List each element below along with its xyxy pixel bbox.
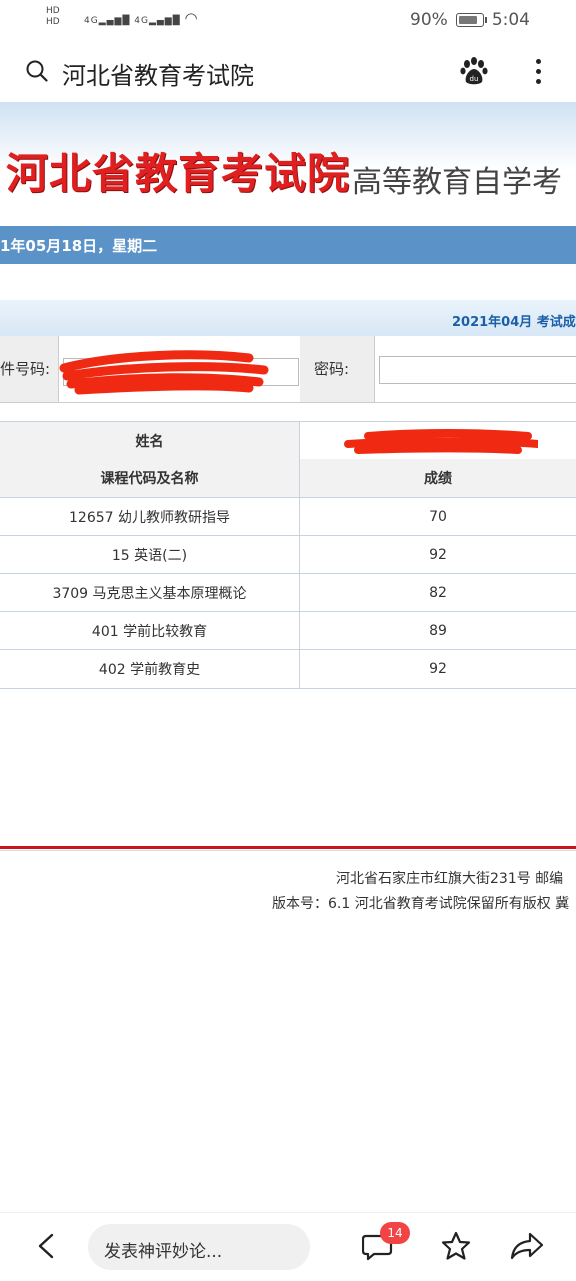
search-query[interactable]: 河北省教育考试院 <box>62 56 254 91</box>
score-column-header: 成绩 <box>300 459 576 497</box>
password-input[interactable] <box>379 356 576 384</box>
course-cell: 401 学前比较教育 <box>0 612 300 649</box>
status-right: 90% 5:04 <box>410 10 530 30</box>
id-field-cell <box>58 336 302 402</box>
more-menu-icon[interactable] <box>530 55 546 87</box>
comment-count-badge: 14 <box>380 1222 410 1244</box>
signal-label-1: 4G <box>84 16 99 26</box>
name-row: 姓名 <box>0 421 576 461</box>
course-cell: 12657 幼儿教师教研指导 <box>0 498 300 535</box>
search-icon[interactable] <box>26 60 48 82</box>
footer-copyright: 版本号：6.1 河北省教育考试院保留所有版权 冀 <box>272 896 570 912</box>
signal-icon: 4G▂▄▆█ 4G▂▄▆█ ◠ <box>84 9 199 27</box>
table-row: 15 英语(二) 92 <box>0 536 576 574</box>
comment-placeholder[interactable]: 发表神评妙论... <box>104 1237 222 1262</box>
score-cell: 92 <box>429 546 447 563</box>
score-cell: 82 <box>429 584 447 601</box>
password-field-cell <box>374 336 576 402</box>
score-cell: 92 <box>429 661 447 677</box>
course-cell: 15 英语(二) <box>0 536 300 573</box>
baidu-paw-icon[interactable]: du <box>458 55 490 87</box>
footer-divider <box>0 846 576 849</box>
share-arrow-icon[interactable] <box>510 1230 544 1262</box>
table-row: 401 学前比较教育 89 <box>0 612 576 650</box>
score-cell: 70 <box>429 508 447 525</box>
id-label: 件号码: <box>0 360 51 378</box>
table-row: 3709 马克思主义基本原理概论 82 <box>0 574 576 612</box>
table-header-row: 课程代码及名称 成绩 <box>0 459 576 498</box>
signal-label-2: 4G <box>134 16 149 26</box>
footer-address: 河北省石家庄市红旗大街231号 邮编 <box>336 871 564 887</box>
password-label-cell: 密码: <box>300 336 374 402</box>
name-label: 姓名 <box>0 422 300 460</box>
back-arrow-icon[interactable] <box>34 1232 58 1260</box>
wifi-icon: ◠ <box>184 9 199 27</box>
status-bar: HD HD 4G▂▄▆█ 4G▂▄▆█ ◠ 90% 5:04 <box>0 0 576 42</box>
table-row: 402 学前教育史 92 <box>0 650 576 689</box>
password-label: 密码: <box>314 360 350 378</box>
site-subtitle: 高等教育自学考 <box>352 165 562 200</box>
current-date: 1年05月18日，星期二 <box>0 237 158 255</box>
course-column-header: 课程代码及名称 <box>0 459 300 497</box>
name-value-cell <box>300 422 576 460</box>
id-label-cell: 件号码: <box>0 336 58 402</box>
hd-label-1: HD <box>46 6 60 16</box>
clock: 5:04 <box>491 10 530 30</box>
battery-percent: 90% <box>410 10 448 30</box>
svg-text:du: du <box>470 75 479 83</box>
panel-title: 2021年04月 考试成绩 <box>452 315 576 330</box>
hd-label-2: HD <box>46 17 60 27</box>
site-title: 河北省教育考试院 <box>6 149 351 198</box>
redaction-scribble <box>59 350 269 395</box>
course-cell: 3709 马克思主义基本原理概论 <box>0 574 300 611</box>
name-redaction-scribble <box>344 429 538 454</box>
table-row: 12657 幼儿教师教研指导 70 <box>0 498 576 536</box>
hd-indicator: HD HD <box>46 6 60 28</box>
score-cell: 89 <box>429 622 447 639</box>
course-cell: 402 学前教育史 <box>0 650 300 688</box>
footer-divider-gray <box>0 850 576 851</box>
battery-icon <box>455 13 487 27</box>
favorite-star-icon[interactable] <box>440 1230 472 1262</box>
